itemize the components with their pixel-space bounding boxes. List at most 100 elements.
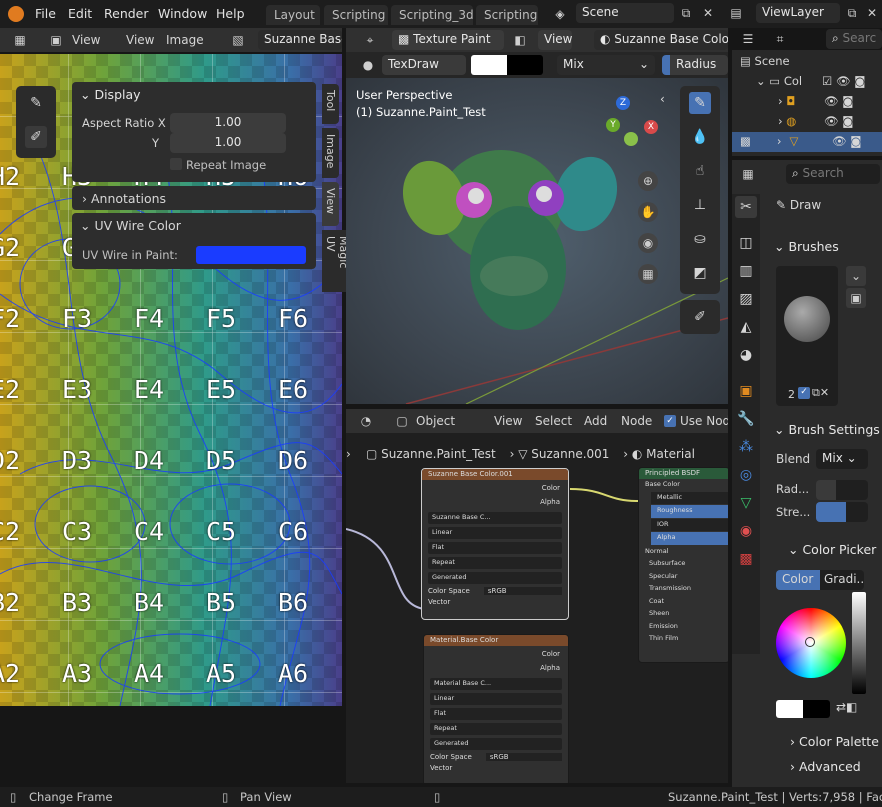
brush-dropdown-icon[interactable]: ⌄ (846, 266, 866, 286)
swap-colors-icon[interactable]: ⇄◧ (836, 700, 857, 714)
brush-preview[interactable]: 2 ✓ ⧉✕ (776, 266, 838, 406)
bsdf-row[interactable]: Roughness (651, 505, 728, 518)
outliner-filter-icon[interactable]: ⌗ (770, 29, 790, 49)
zoom-icon[interactable]: ⊕ (638, 171, 658, 191)
display-panel-header[interactable]: ⌄ Display (80, 87, 141, 102)
output-tab-icon[interactable]: ▥ (735, 260, 757, 282)
view-layer-tab-icon[interactable]: ▨ (735, 288, 757, 310)
value-slider[interactable] (852, 592, 866, 694)
bsdf-row[interactable]: Alpha (651, 532, 728, 545)
menu-file[interactable]: File (35, 6, 56, 21)
strength-slider[interactable] (816, 502, 868, 522)
render-tab-icon[interactable]: ◫ (735, 232, 757, 254)
viewport-image-selector[interactable]: ◐ Suzanne Base Color.0 (594, 30, 728, 50)
vtab-tool[interactable]: Tool (322, 84, 339, 124)
principled-bsdf-node[interactable]: Principled BSDF Base Color Metallic Roughn… (638, 467, 728, 663)
viewport-view-menu[interactable]: View (538, 30, 572, 50)
draw-brush-icon[interactable]: ✎ (689, 92, 711, 114)
blend-selector[interactable]: Mix ⌄ (816, 449, 868, 469)
node-select-menu[interactable]: Select (535, 414, 572, 428)
uv-mode-icon[interactable]: ▣ (46, 30, 66, 50)
primary-secondary-colors[interactable] (776, 700, 830, 718)
gizmo-neg-y[interactable] (624, 132, 638, 146)
perspective-grid-icon[interactable]: ▦ (638, 264, 658, 284)
header-view-menu[interactable]: View (72, 33, 100, 47)
particles-tab-icon[interactable]: ⁂ (735, 436, 757, 458)
mode-selector[interactable]: ▩ Texture Paint (392, 30, 504, 50)
outliner-camera-row[interactable]: › ◘ 👁 ◙ (778, 94, 882, 108)
camera-icon[interactable]: ◉ (638, 233, 658, 253)
color-tab[interactable]: Color (776, 570, 820, 590)
material-tab-icon[interactable]: ◉ (735, 520, 757, 542)
node1-source[interactable]: Generated (428, 572, 562, 584)
camera-visible-icon[interactable]: 👁 ◙ (824, 94, 853, 108)
menu-help[interactable]: Help (216, 6, 245, 21)
world-tab-icon[interactable]: ◕ (735, 344, 757, 366)
delete-view-layer-icon[interactable]: ✕ (862, 3, 882, 23)
blender-logo[interactable] (8, 6, 24, 22)
draw-tool-icon[interactable]: ✐ (25, 126, 47, 148)
scene-selector[interactable]: Scene (576, 3, 674, 23)
collapse-arrow-icon[interactable]: ‹ (660, 92, 665, 106)
aspect-x-field[interactable]: 1.00 (170, 113, 286, 133)
node-object-selector[interactable]: Object (416, 414, 455, 428)
vtab-view[interactable]: View (322, 182, 339, 226)
view-layer-selector[interactable]: ViewLayer (756, 3, 840, 23)
node1-color-space[interactable]: sRGB (483, 587, 562, 595)
radius-field[interactable]: Radius (662, 55, 728, 75)
menu-window[interactable]: Window (158, 6, 207, 21)
bsdf-row[interactable]: IOR (651, 518, 728, 531)
vtab-image[interactable]: Image (322, 128, 339, 178)
image-texture-node-2[interactable]: Material.Base Color Color Alpha Material… (423, 634, 569, 783)
header-view-menu-2[interactable]: View (126, 33, 154, 47)
bsdf-row[interactable]: Transmission (639, 583, 728, 596)
object-icon[interactable]: ▢ (392, 411, 412, 431)
header-image-menu[interactable]: Image (166, 33, 204, 47)
data-tab-icon[interactable]: ▽ (735, 492, 757, 514)
tab-scripting[interactable]: Scripting (324, 5, 388, 25)
color-wheel-cursor[interactable] (805, 637, 815, 647)
outliner-type-icon[interactable]: ☰ (738, 29, 758, 49)
node-view-menu[interactable]: View (494, 414, 522, 428)
color-palette-header[interactable]: › Color Palette (790, 734, 879, 749)
bsdf-row[interactable]: Thin Film (639, 633, 728, 646)
new-scene-icon[interactable]: ⧉ (676, 3, 696, 23)
new-view-layer-icon[interactable]: ⧉ (842, 3, 862, 23)
editor-type-icon[interactable]: ▦ (10, 30, 30, 50)
properties-search[interactable]: ⌕ Search (786, 164, 880, 184)
gizmo-z[interactable]: Z (616, 96, 630, 110)
brush-name-field[interactable]: TexDraw (382, 55, 466, 75)
bsdf-row[interactable]: Coat (639, 596, 728, 609)
node2-extension[interactable]: Repeat (430, 723, 562, 735)
use-nodes-checkbox[interactable]: ✓ (664, 415, 676, 427)
mask-icon[interactable]: ◩ (689, 262, 711, 284)
properties-type-icon[interactable]: ▦ (738, 164, 758, 184)
bsdf-row[interactable]: Emission (639, 621, 728, 634)
smear-icon[interactable]: ☝ (689, 160, 711, 182)
sample-tool-icon[interactable]: ✎ (25, 92, 47, 114)
radius-slider[interactable] (816, 480, 868, 500)
collection-visible-icon[interactable]: ☑ 👁 ◙ (822, 74, 865, 88)
color-wheel[interactable] (776, 608, 846, 678)
bsdf-row[interactable]: Normal (639, 546, 728, 559)
annotate-icon[interactable]: ✐ (689, 306, 711, 328)
gradient-tab[interactable]: Gradi... (820, 570, 864, 590)
delete-scene-icon[interactable]: ✕ (698, 3, 718, 23)
node-node-menu[interactable]: Node (621, 414, 652, 428)
tab-scripting-3d[interactable]: Scripting_3d (391, 5, 473, 25)
node1-extension[interactable]: Repeat (428, 557, 562, 569)
pan-hand-icon[interactable]: ✋ (638, 202, 658, 222)
bsdf-row[interactable]: Specular (639, 571, 728, 584)
node-canvas[interactable]: › ▢ Suzanne.Paint_Test › ▽ Suzanne.001 ›… (346, 433, 728, 783)
modifier-tab-icon[interactable]: 🔧 (735, 408, 757, 430)
brush-icon[interactable]: ● (358, 55, 378, 75)
bsdf-row[interactable]: Sheen (639, 608, 728, 621)
texture-tab-icon[interactable]: ▩ (735, 548, 757, 570)
soften-icon[interactable]: 💧 (689, 126, 711, 148)
menu-render[interactable]: Render (104, 6, 149, 21)
node2-source[interactable]: Generated (430, 738, 562, 750)
node-editor-type-icon[interactable]: ◔ (356, 411, 376, 431)
node-add-menu[interactable]: Add (584, 414, 607, 428)
menu-edit[interactable]: Edit (68, 6, 92, 21)
uv-wire-color-header[interactable]: ⌄ UV Wire Color (80, 218, 181, 233)
